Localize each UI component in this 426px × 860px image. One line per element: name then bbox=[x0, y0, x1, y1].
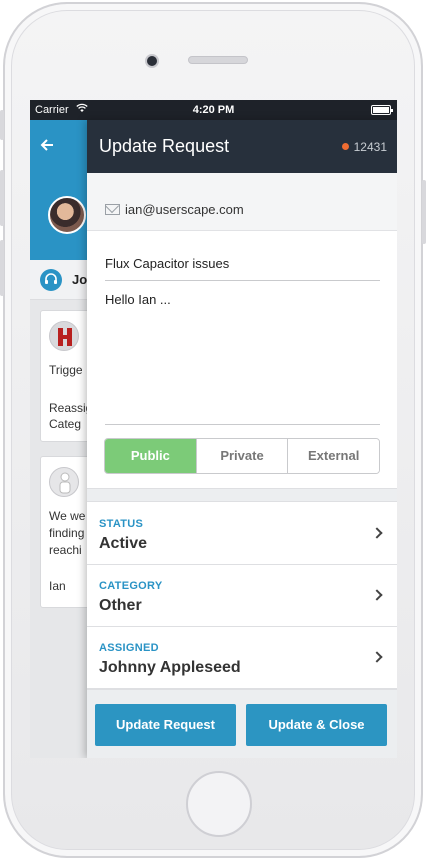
update-request-button[interactable]: Update Request bbox=[95, 704, 236, 746]
chevron-right-icon bbox=[371, 651, 383, 663]
home-button[interactable] bbox=[186, 771, 252, 837]
battery-icon bbox=[371, 105, 393, 115]
card-text: Categ bbox=[49, 417, 82, 431]
volume-down-button bbox=[0, 240, 4, 296]
card-text: finding bbox=[49, 526, 85, 540]
envelope-icon bbox=[105, 204, 120, 215]
message-body-input[interactable]: Hello Ian ... bbox=[105, 292, 171, 307]
status-bar: Carrier 4:20 PM bbox=[30, 100, 397, 120]
staff-avatar bbox=[49, 321, 79, 351]
divider bbox=[105, 280, 380, 281]
status-field[interactable]: STATUS Active bbox=[87, 503, 397, 565]
field-label: ASSIGNED bbox=[99, 642, 159, 654]
back-arrow-icon[interactable] bbox=[40, 136, 54, 156]
avatar bbox=[48, 196, 86, 234]
field-value: Other bbox=[99, 597, 142, 614]
page-title: Update Request bbox=[99, 136, 230, 156]
field-value: Active bbox=[99, 535, 148, 552]
field-value: Johnny Appleseed bbox=[99, 659, 241, 676]
category-field[interactable]: CATEGORY Other bbox=[87, 565, 397, 627]
power-button bbox=[422, 180, 426, 244]
mute-switch bbox=[0, 110, 4, 140]
email-row[interactable]: ian@userscape.com bbox=[87, 173, 397, 231]
request-id: 12431 bbox=[341, 140, 387, 154]
chevron-right-icon bbox=[371, 527, 383, 539]
front-camera bbox=[145, 54, 159, 68]
segment-public[interactable]: Public bbox=[105, 439, 196, 473]
card-text: reachi bbox=[49, 543, 82, 557]
card-text: Reassig bbox=[49, 401, 93, 415]
person-icon bbox=[49, 467, 79, 497]
card-text: Ian bbox=[49, 579, 66, 593]
card-text: We we bbox=[49, 509, 86, 523]
visibility-segmented-control: Public Private External bbox=[104, 438, 380, 474]
action-footer: Update Request Update & Close bbox=[87, 689, 397, 758]
field-label: CATEGORY bbox=[99, 580, 163, 592]
update-and-close-button[interactable]: Update & Close bbox=[246, 704, 387, 746]
status-dot-icon bbox=[341, 143, 349, 150]
headset-icon bbox=[40, 269, 62, 291]
request-number: 12431 bbox=[353, 140, 387, 154]
divider bbox=[105, 424, 380, 425]
status-time: 4:20 PM bbox=[192, 104, 235, 116]
earpiece-speaker bbox=[188, 56, 248, 64]
screen: Carrier 4:20 PM Jo Trigge Reassig Categ bbox=[30, 100, 397, 758]
section-gap bbox=[87, 488, 397, 502]
field-label: STATUS bbox=[99, 518, 144, 530]
customer-name: Jo bbox=[72, 272, 88, 287]
segment-external[interactable]: External bbox=[287, 439, 379, 473]
update-request-panel: Update Request 12431 ian@userscape.com F… bbox=[87, 120, 397, 758]
recipient-email: ian@userscape.com bbox=[125, 202, 244, 217]
subject-input[interactable]: Flux Capacitor issues bbox=[105, 256, 229, 271]
chevron-right-icon bbox=[371, 589, 383, 601]
card-text: Trigge bbox=[49, 363, 83, 377]
segment-private[interactable]: Private bbox=[195, 439, 288, 473]
volume-up-button bbox=[0, 170, 4, 226]
panel-header: Update Request 12431 bbox=[87, 120, 397, 173]
assigned-field[interactable]: ASSIGNED Johnny Appleseed bbox=[87, 627, 397, 689]
